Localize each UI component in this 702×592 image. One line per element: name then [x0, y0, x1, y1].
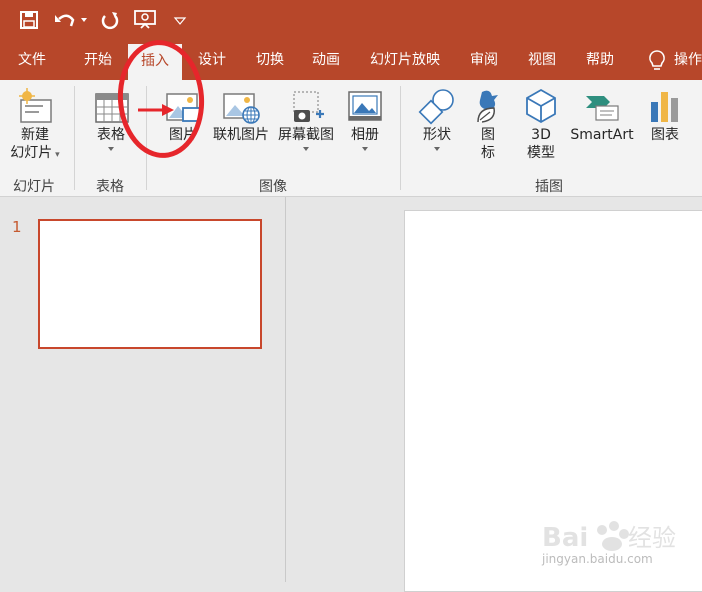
- chevron-down-icon: [86, 144, 136, 154]
- 3d-model-label-2: 模型: [527, 145, 555, 161]
- slide-thumbnail[interactable]: [38, 219, 262, 349]
- redo-icon[interactable]: [96, 7, 124, 33]
- slide-number: 1: [12, 218, 22, 236]
- tab-slideshow[interactable]: 幻灯片放映: [360, 40, 450, 80]
- group-separator: [400, 86, 401, 190]
- customize-icon[interactable]: [168, 7, 192, 33]
- chevron-down-icon: [342, 144, 388, 154]
- group-label-table: 表格: [96, 179, 124, 195]
- photo-album-label: 相册: [351, 127, 379, 143]
- 3d-model-icon: [521, 86, 561, 126]
- ribbon-tab-bar: 文件 开始 插入 设计 切换 动画 幻灯片放映 审阅 视图 帮助 操作: [0, 40, 702, 80]
- screenshot-label: 屏幕截图: [278, 127, 334, 143]
- chart-button[interactable]: 图表: [642, 86, 688, 144]
- group-separator: [74, 86, 75, 190]
- ribbon: 新建 幻灯片 ▾ 幻灯片 表格 表格 图片 联机图片 屏幕截图 相册 图像 形状…: [0, 80, 702, 197]
- baidu-watermark-icon: Bai 经验: [542, 521, 676, 553]
- annotation-arrow-icon: [138, 104, 174, 116]
- online-picture-button[interactable]: 联机图片: [210, 86, 272, 144]
- online-picture-icon: [221, 86, 261, 126]
- tell-me-label[interactable]: 操作: [674, 40, 702, 80]
- undo-icon[interactable]: [52, 7, 90, 33]
- chevron-down-icon: [414, 144, 460, 154]
- chevron-down-icon: [274, 144, 338, 154]
- tab-review[interactable]: 审阅: [458, 40, 510, 80]
- title-bar: [0, 0, 702, 40]
- screenshot-icon: [286, 86, 326, 126]
- new-slide-label-2: 幻灯片 ▾: [10, 145, 60, 161]
- lightbulb-icon[interactable]: [646, 49, 668, 73]
- new-slide-icon: [15, 86, 55, 126]
- online-picture-label: 联机图片: [213, 127, 269, 143]
- tab-transitions[interactable]: 切换: [244, 40, 296, 80]
- watermark-text: jingyan.baidu.com: [542, 552, 653, 566]
- 3d-model-button[interactable]: 3D 模型: [520, 86, 562, 162]
- group-label-illustrations: 插图: [535, 179, 563, 195]
- svg-text:经验: 经验: [628, 524, 676, 552]
- save-icon[interactable]: [16, 7, 42, 33]
- pane-splitter[interactable]: [285, 197, 286, 582]
- chart-icon: [645, 86, 685, 126]
- tab-home[interactable]: 开始: [72, 40, 124, 80]
- tab-help[interactable]: 帮助: [574, 40, 626, 80]
- smartart-button[interactable]: SmartArt: [566, 86, 638, 144]
- new-slide-label: 新建: [21, 127, 49, 143]
- photo-album-icon: [345, 86, 385, 126]
- photo-album-button[interactable]: 相册: [342, 86, 388, 154]
- shapes-icon: [417, 86, 457, 126]
- 3d-model-label: 3D: [531, 127, 551, 143]
- icons-label-2: 标: [481, 145, 495, 161]
- shapes-button[interactable]: 形状: [414, 86, 460, 154]
- tab-view[interactable]: 视图: [516, 40, 568, 80]
- icons-label: 图: [481, 127, 495, 143]
- chart-label: 图表: [651, 127, 679, 143]
- shapes-label: 形状: [423, 127, 451, 143]
- new-slide-button[interactable]: 新建 幻灯片 ▾: [4, 86, 66, 164]
- tab-animations[interactable]: 动画: [300, 40, 352, 80]
- icons-button[interactable]: 图 标: [468, 86, 508, 162]
- screenshot-button[interactable]: 屏幕截图: [274, 86, 338, 154]
- group-label-slides: 幻灯片: [13, 179, 55, 195]
- group-label-images: 图像: [259, 179, 287, 195]
- svg-text:Bai: Bai: [542, 523, 588, 553]
- icons-icon: [468, 86, 508, 126]
- tab-file[interactable]: 文件: [8, 40, 56, 80]
- smartart-label: SmartArt: [570, 127, 634, 143]
- smartart-icon: [582, 86, 622, 126]
- presentation-icon[interactable]: [130, 7, 160, 33]
